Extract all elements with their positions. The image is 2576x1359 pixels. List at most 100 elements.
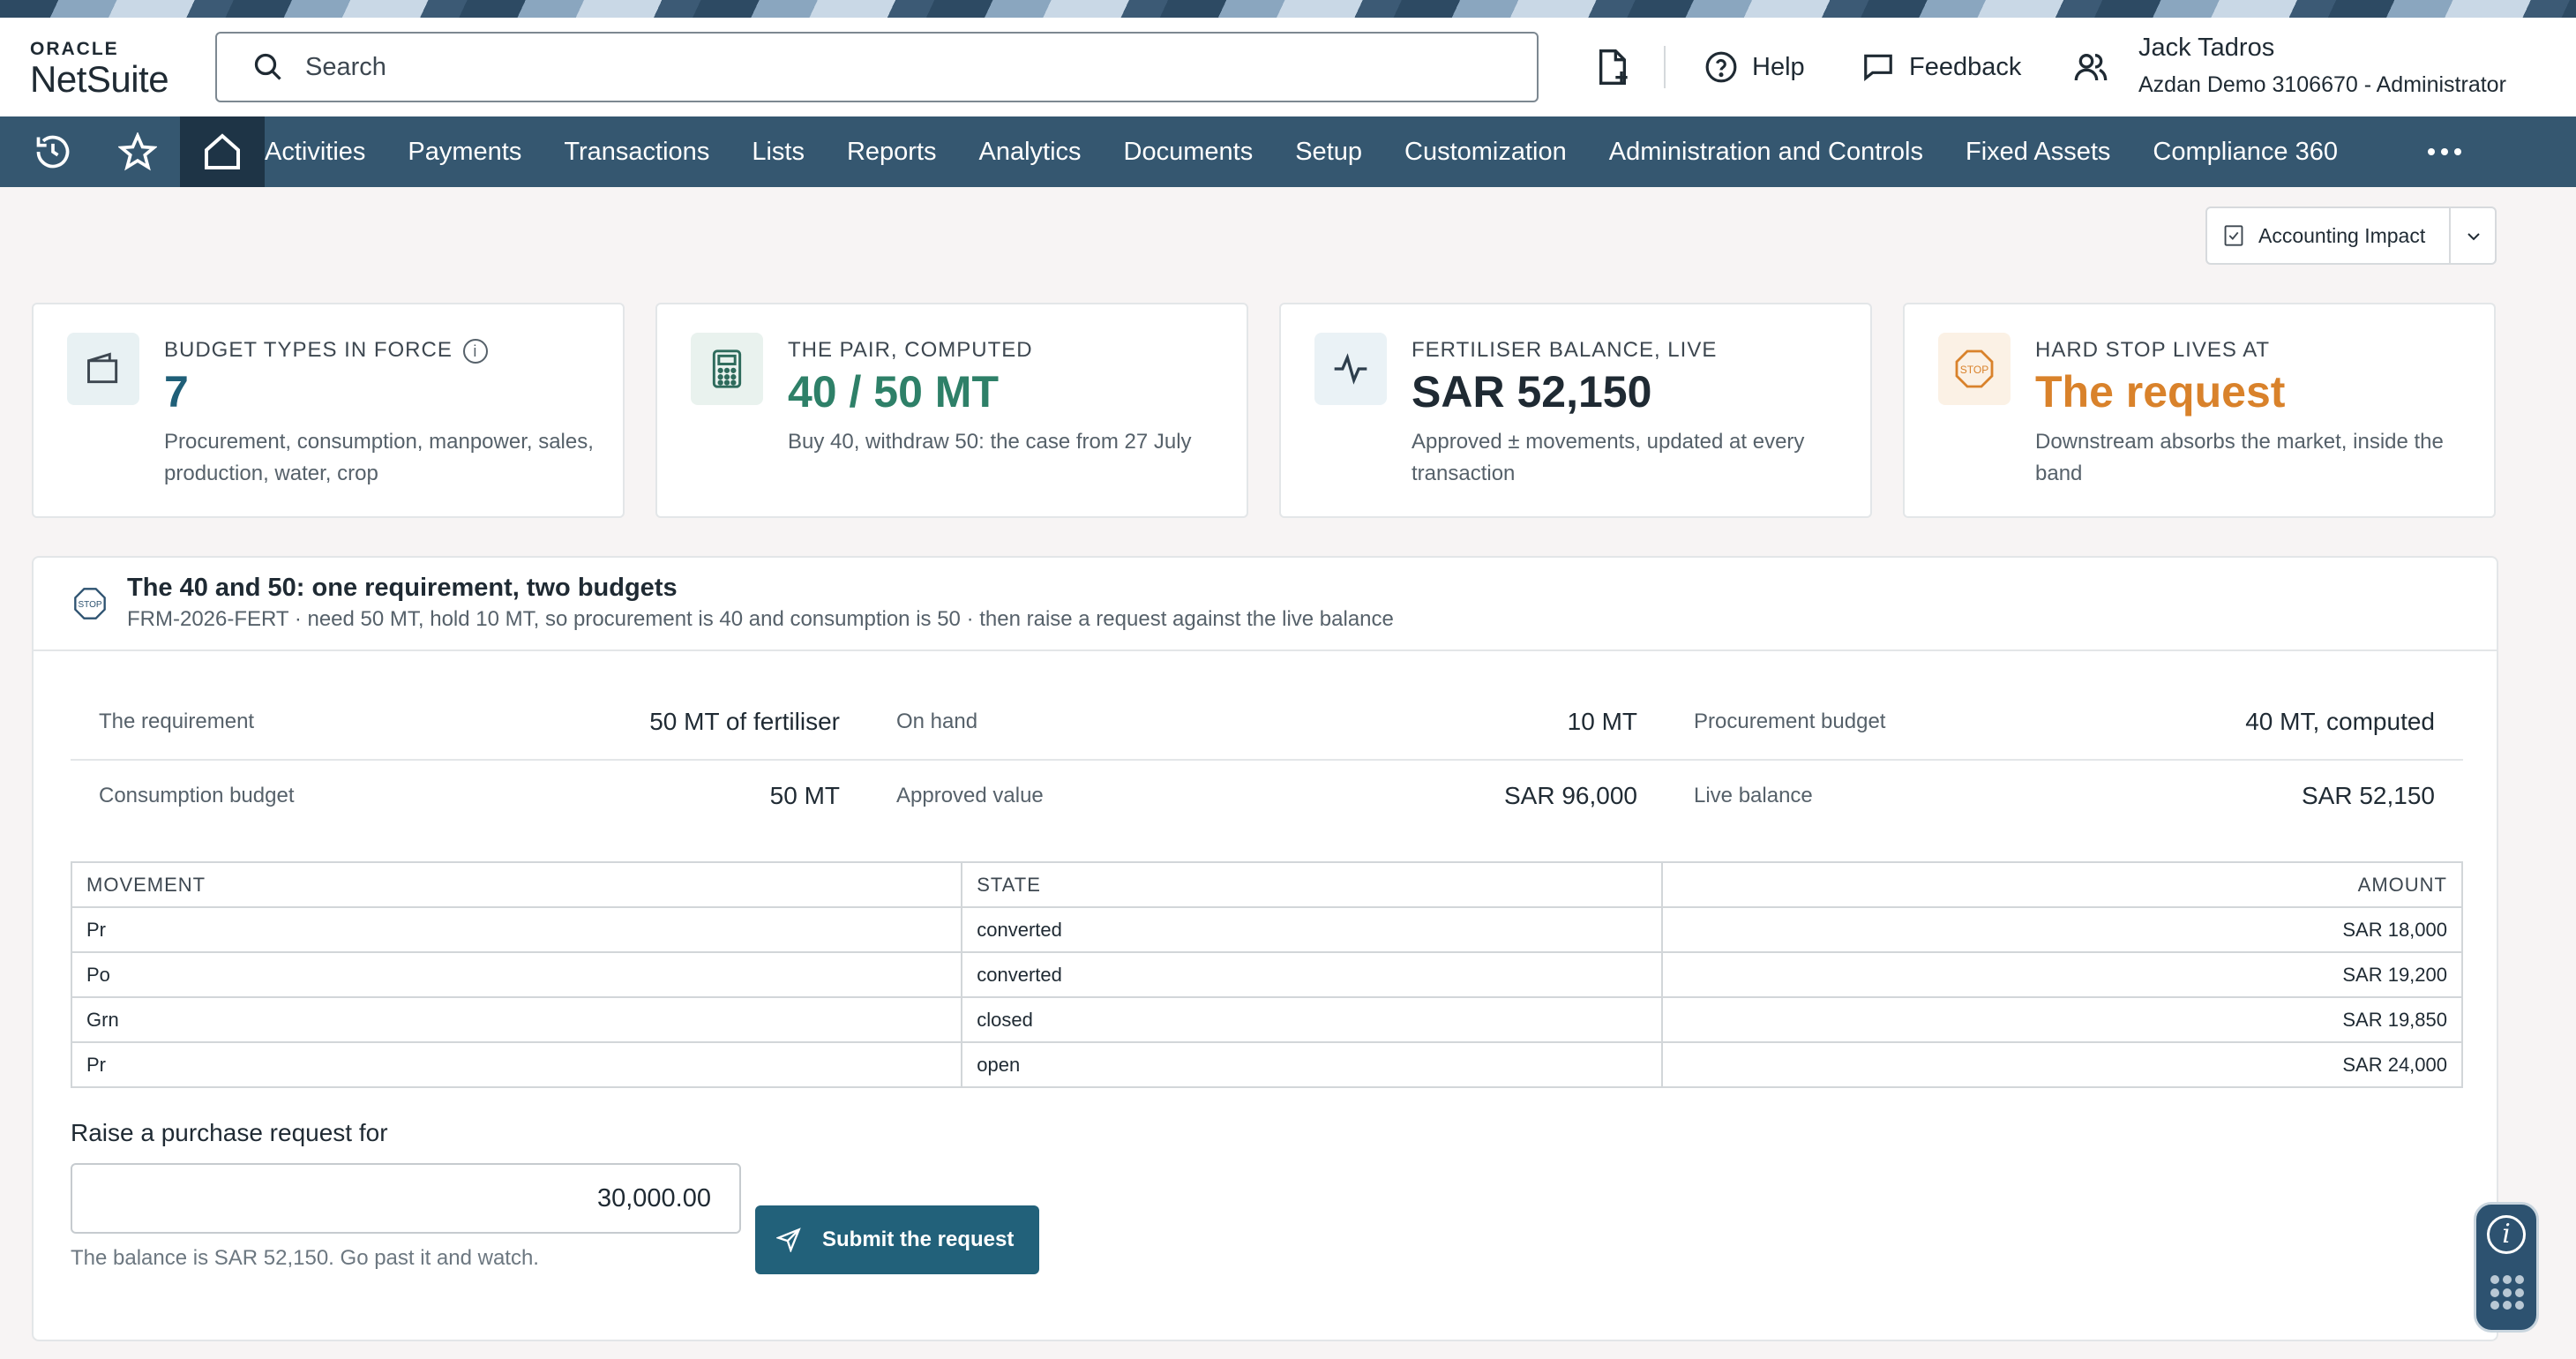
netsuite-wordmark: NetSuite	[30, 58, 169, 100]
table-row[interactable]: Pr converted SAR 18,000	[70, 906, 2464, 953]
send-icon	[776, 1228, 801, 1252]
column-header-amount[interactable]: AMOUNT	[1660, 861, 2464, 908]
nav-item-customization[interactable]: Customization	[1404, 138, 1567, 167]
kpi-description: Procurement, consumption, manpower, sale…	[164, 430, 594, 485]
accounting-impact-button[interactable]: Accounting Impact	[2205, 206, 2497, 265]
checklist-icon	[2224, 225, 2243, 246]
more-dot-icon	[2428, 148, 2435, 155]
help-circle-icon	[1705, 51, 1737, 83]
info-icon[interactable]: i	[2487, 1215, 2526, 1254]
field-on-hand: On hand 10 MT	[868, 687, 1666, 761]
nav-item-administration-and-controls[interactable]: Administration and Controls	[1609, 138, 1923, 167]
field-procurement-budget: Procurement budget 40 MT, computed	[1666, 687, 2463, 761]
feedback-button[interactable]: Feedback	[1861, 46, 2021, 88]
user-role[interactable]: Azdan Demo 3106670 - Administrator	[2138, 72, 2506, 98]
nav-item-payments[interactable]: Payments	[408, 138, 521, 167]
new-document-icon[interactable]	[1595, 48, 1630, 86]
table-row[interactable]: Pr open SAR 24,000	[70, 1041, 2464, 1088]
cell-amount: SAR 24,000	[1660, 1041, 2464, 1088]
request-amount-input[interactable]	[71, 1163, 741, 1234]
field-approved-value: Approved value SAR 96,000	[868, 761, 1666, 835]
global-search[interactable]	[215, 32, 1539, 102]
column-header-state[interactable]: STATE	[961, 861, 1663, 908]
kpi-value: The request	[2035, 367, 2286, 417]
cell-amount: SAR 19,200	[1660, 951, 2464, 998]
nav-menu: Activities Payments Transactions Lists Repor…	[265, 116, 2380, 187]
more-dot-icon	[2454, 148, 2461, 155]
home-button[interactable]	[180, 116, 265, 187]
field-consumption-budget: Consumption budget 50 MT	[71, 761, 868, 835]
field-label: Approved value	[896, 784, 1044, 807]
request-help-text: The balance is SAR 52,150. Go past it an…	[71, 1246, 539, 1270]
panel-subtitle: FRM-2026-FERT · need 50 MT, hold 10 MT, …	[127, 607, 1394, 631]
recent-records-button[interactable]	[11, 116, 95, 187]
kpi-value: 7	[164, 367, 189, 417]
more-dot-icon	[2441, 148, 2448, 155]
cell-state: converted	[961, 951, 1663, 998]
netsuite-logo[interactable]: ORACLE NetSuite	[30, 39, 180, 101]
calculator-icon	[691, 333, 763, 405]
cell-state: converted	[961, 906, 1663, 953]
kpi-description: Approved ± movements, updated at every t…	[1412, 430, 1805, 485]
cell-movement: Grn	[70, 996, 963, 1043]
field-label: Procurement budget	[1694, 710, 1886, 733]
submit-request-label: Submit the request	[822, 1228, 1015, 1251]
column-header-movement[interactable]: MOVEMENT	[70, 861, 963, 908]
header-divider	[1664, 46, 1666, 88]
cell-amount: SAR 18,000	[1660, 906, 2464, 953]
user-roles-icon[interactable]	[2073, 48, 2108, 86]
panel-title: The 40 and 50: one requirement, two budg…	[127, 574, 678, 602]
nav-item-compliance-360[interactable]: Compliance 360	[2153, 138, 2338, 167]
nav-item-transactions[interactable]: Transactions	[564, 138, 709, 167]
floating-help-widget[interactable]: i	[2474, 1202, 2539, 1333]
field-label: On hand	[896, 710, 978, 733]
kpi-description: Buy 40, withdraw 50: the case from 27 Ju…	[788, 430, 1192, 454]
nav-item-lists[interactable]: Lists	[752, 138, 805, 167]
field-label: Live balance	[1694, 784, 1813, 807]
nav-item-fixed-assets[interactable]: Fixed Assets	[1966, 138, 2110, 167]
search-icon	[254, 53, 281, 80]
cell-state: open	[961, 1041, 1663, 1088]
search-input[interactable]	[305, 52, 1452, 82]
wallet-icon	[67, 333, 139, 405]
nav-item-activities[interactable]: Activities	[265, 138, 365, 167]
cell-movement: Pr	[70, 906, 963, 953]
panel-header: STOP The 40 and 50: one requirement, two…	[34, 558, 2497, 651]
nav-item-documents[interactable]: Documents	[1124, 138, 1254, 167]
favorites-button[interactable]	[95, 116, 180, 187]
help-button[interactable]: Help	[1704, 46, 1805, 88]
kpi-label: FERTILISER BALANCE, LIVE	[1412, 338, 1718, 362]
field-live-balance: Live balance SAR 52,150	[1666, 761, 2463, 835]
chevron-down-icon[interactable]	[2463, 226, 2484, 247]
table-row[interactable]: Po converted SAR 19,200	[70, 951, 2464, 998]
table-row[interactable]: Grn closed SAR 19,850	[70, 996, 2464, 1043]
apps-grid-icon[interactable]	[2490, 1275, 2526, 1310]
field-value: SAR 96,000	[1504, 782, 1637, 809]
budget-requirement-panel: STOP The 40 and 50: one requirement, two…	[32, 556, 2498, 1341]
kpi-description: Downstream absorbs the market, inside th…	[2035, 430, 2444, 485]
kpi-value: 40 / 50 MT	[788, 367, 999, 417]
field-value: SAR 52,150	[2302, 782, 2435, 809]
stop-sign-icon: STOP	[1938, 333, 2011, 405]
kpi-card-fertiliser-balance: FERTILISER BALANCE, LIVE SAR 52,150 Appr…	[1279, 303, 1872, 518]
svg-text:STOP: STOP	[78, 600, 101, 610]
accounting-impact-label: Accounting Impact	[2258, 223, 2426, 247]
oracle-wordmark: ORACLE	[30, 39, 119, 59]
kpi-label: THE PAIR, COMPUTED	[788, 338, 1033, 362]
kpi-card-budget-types: BUDGET TYPES IN FORCE i 7 Procurement, co…	[32, 303, 625, 518]
submit-request-button[interactable]: Submit the request	[755, 1205, 1039, 1274]
field-row: The requirement 50 MT of fertiliser On h…	[71, 687, 2463, 761]
nav-item-setup[interactable]: Setup	[1295, 138, 1362, 167]
field-requirement: The requirement 50 MT of fertiliser	[71, 687, 868, 761]
info-icon[interactable]: i	[462, 338, 488, 364]
request-amount-label: Raise a purchase request for	[71, 1119, 388, 1146]
user-name[interactable]: Jack Tadros	[2138, 34, 2274, 63]
nav-more-button[interactable]	[2428, 116, 2467, 187]
kpi-value: SAR 52,150	[1412, 367, 1652, 417]
field-row: Consumption budget 50 MT Approved value …	[71, 761, 2463, 835]
cell-state: closed	[961, 996, 1663, 1043]
nav-item-reports[interactable]: Reports	[847, 138, 937, 167]
cell-movement: Po	[70, 951, 963, 998]
nav-item-analytics[interactable]: Analytics	[979, 138, 1082, 167]
kpi-label: BUDGET TYPES IN FORCE i	[164, 338, 488, 364]
